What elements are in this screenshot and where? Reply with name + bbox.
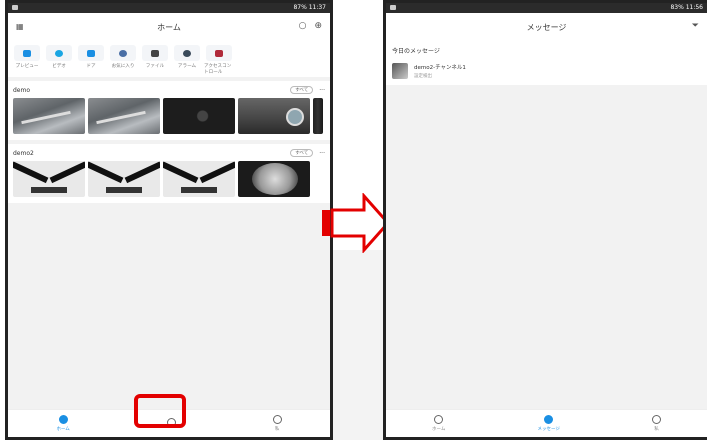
folder-icon [151,49,159,57]
camera-thumbnails [13,161,325,197]
right-arrow-icon [322,193,391,253]
door-icon [87,49,95,57]
status-right: 87% 11:37 [293,3,326,13]
notification-icon [12,5,18,10]
camera-thumbnail[interactable] [313,98,323,134]
home-header: ▦ ホーム ○ ⊕ [8,13,330,41]
time-text: 11:37 [308,4,326,11]
right-tablet-screen: 83% 11:56 メッセージ ⏷ 今日のメッセージ demo2-チャンネル1 … [383,0,707,440]
time-text: 11:56 [685,4,703,11]
nav-label: メッセージ [537,427,560,432]
shortcut-label: ドア [86,64,96,69]
more-options-icon[interactable]: ··· [319,150,325,157]
group-actions: すべて ··· [290,86,325,94]
message-title: demo2-チャンネル1 [414,65,466,71]
heart-icon [119,49,127,57]
shortcut-door[interactable]: ドア [76,45,106,77]
notification-icon [390,5,396,10]
nav-label: ホーム [56,427,70,432]
nav-me[interactable]: 私 [272,415,282,432]
video-icon [55,49,63,57]
access-control-icon [215,49,223,57]
device-group-demo2: demo2 すべて ··· [8,144,330,203]
nav-home[interactable]: ホーム [56,415,70,432]
camera-thumbnails [13,98,325,134]
message-text: demo2-チャンネル1 設定検出 [414,63,701,79]
message-item[interactable]: demo2-チャンネル1 設定検出 [386,57,707,85]
more-options-icon[interactable]: ··· [319,87,325,94]
camera-thumbnail[interactable] [238,98,310,134]
shortcut-preview[interactable]: プレビュー [12,45,42,77]
group-header: demo すべて ··· [13,84,325,96]
nav-me[interactable]: 私 [651,415,661,432]
camera-thumbnail[interactable] [88,98,160,134]
shortcut-label: プレビュー [15,64,39,69]
nav-label: ホーム [432,427,446,432]
camera-thumbnail[interactable] [13,98,85,134]
nav-home[interactable]: ホーム [432,415,445,432]
search-icon[interactable]: ○ [299,21,307,31]
nav-label: 私 [654,427,659,432]
messages-header: メッセージ ⏷ [386,13,707,41]
grid-menu-icon[interactable]: ▦ [16,22,26,32]
home-icon [434,415,444,424]
shortcut-access-control[interactable]: アクセスコントロール [204,45,234,77]
highlight-box [134,394,186,428]
status-bar: 87% 11:37 [8,3,330,13]
preview-icon [23,49,31,57]
shortcut-alarm[interactable]: アラーム [172,45,202,77]
shortcut-favorites[interactable]: お気に入り [108,45,138,77]
shortcut-label: ファイル [145,64,165,69]
add-icon[interactable]: ⊕ [314,21,322,31]
see-all-button[interactable]: すべて [290,86,314,94]
bottom-navigation: ホーム メッセージ 私 [386,409,707,437]
user-icon [272,415,282,424]
message-icon [544,415,554,424]
user-icon [651,415,661,424]
header-actions: ⏷ [692,21,699,31]
shortcut-bar: プレビュー ビデオ ドア お気に入り ファイル アラーム アクセスコントロール [8,41,330,77]
shortcut-label: アクセスコントロール [204,64,232,75]
message-thumbnail [392,63,408,79]
status-right: 83% 11:56 [670,3,703,13]
camera-thumbnail[interactable] [163,98,235,134]
see-all-button[interactable]: すべて [290,149,314,157]
section-title: 今日のメッセージ [386,41,707,57]
battery-text: 83% [670,4,684,11]
nav-messages[interactable]: メッセージ [537,415,560,432]
group-header: demo2 すべて ··· [13,147,325,159]
camera-thumbnail[interactable] [238,161,310,197]
filter-icon[interactable]: ⏷ [692,21,699,31]
nav-label: 私 [274,427,280,432]
status-bar: 83% 11:56 [386,3,707,13]
group-name: demo [13,86,31,94]
alarm-icon [183,49,191,57]
message-subtitle: 設定検出 [414,74,432,79]
device-group-demo: demo すべて ··· [8,81,330,140]
home-icon [58,415,68,424]
shortcut-label: お気に入り [111,64,135,69]
page-title: メッセージ [526,22,567,32]
group-name: demo2 [13,149,34,157]
camera-thumbnail[interactable] [88,161,160,197]
page-title: ホーム [157,22,181,32]
header-actions: ○ ⊕ [299,21,322,31]
left-tablet-screen: 87% 11:37 ▦ ホーム ○ ⊕ プレビュー ビデオ ドア お気に入り フ… [5,0,333,440]
screenshot-stage: 87% 11:37 ▦ ホーム ○ ⊕ プレビュー ビデオ ドア お気に入り フ… [0,0,707,440]
shortcut-video[interactable]: ビデオ [44,45,74,77]
battery-text: 87% [293,4,307,11]
group-actions: すべて ··· [290,149,325,157]
shortcut-label: アラーム [177,64,197,69]
camera-thumbnail[interactable] [163,161,235,197]
shortcut-files[interactable]: ファイル [140,45,170,77]
shortcut-label: ビデオ [52,64,66,69]
camera-thumbnail[interactable] [13,161,85,197]
